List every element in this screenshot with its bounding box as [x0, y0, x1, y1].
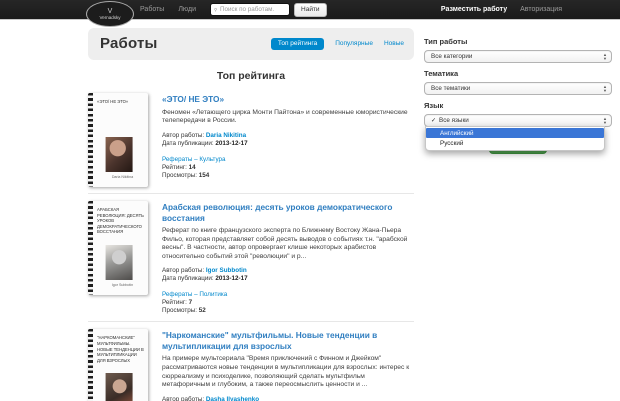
post-work-link[interactable]: Разместить работу — [441, 6, 507, 13]
work-body: «ЭТО/ НЕ ЭТО» Феномен «Летающего цирка М… — [162, 93, 414, 187]
work-body: "Наркоманские" мультфильмы. Новые тенден… — [162, 329, 414, 401]
rating-value: 7 — [189, 299, 193, 306]
work-body: Арабская революция: десять уроков демокр… — [162, 201, 414, 315]
date-label: Дата публикации: — [162, 275, 214, 282]
work-meta: Автор работы: Daria Nikitina Дата публик… — [162, 132, 414, 148]
authorization-link[interactable]: Авторизация — [520, 6, 562, 13]
search-submit-button[interactable]: Найти — [294, 3, 327, 17]
theme-selected-value: Все тематики — [431, 85, 470, 92]
nav-right: Разместить работу Авторизация — [441, 6, 562, 13]
checkmark-icon: ✓ — [431, 117, 436, 124]
work-title-link[interactable]: Арабская революция: десять уроков демокр… — [162, 202, 414, 223]
work-cover-thumbnail[interactable]: АРАБСКАЯ РЕВОЛЮЦИЯ: ДЕСЯТЬ УРОКОВ ДЕМОКР… — [88, 201, 148, 295]
cover-title: «ЭТО/ НЕ ЭТО» — [97, 99, 145, 105]
work-description: На примере мультсериала "Время приключен… — [162, 355, 414, 389]
nav-item-works[interactable]: Работы — [140, 6, 164, 13]
work-cover-thumbnail[interactable]: "НАРКОМАНСКИЕ" МУЛЬТФИЛЬМЫ. НОВЫЕ ТЕНДЕН… — [88, 329, 148, 401]
brand-logo[interactable]: V Vernadsky — [86, 1, 134, 27]
date-value: 2013-12-17 — [215, 275, 247, 282]
section-title: Топ рейтинга — [88, 70, 414, 82]
cover-author-photo — [106, 373, 133, 401]
search-icon: ⌕ — [212, 6, 220, 14]
rating-label: Рейтинг: — [162, 299, 187, 306]
work-meta: Автор работы: Igor Subbotin Дата публика… — [162, 267, 414, 283]
nav-item-people[interactable]: Люди — [178, 6, 196, 13]
views-value: 52 — [199, 307, 206, 314]
cover-author-caption: Daria Nikitina — [97, 175, 148, 179]
work-description: Реферат по книге французского эксперта п… — [162, 227, 414, 261]
work-category-block: Рефераты – Политика Рейтинг: 7 Просмотры… — [162, 291, 414, 315]
cover-author-caption: Igor Subbotin — [97, 283, 148, 287]
tab-top-rating[interactable]: Топ рейтинга — [271, 38, 324, 50]
work-category-block: Рефераты – Культура Рейтинг: 14 Просмотр… — [162, 156, 414, 180]
language-dropdown-menu: Английский Русский — [425, 126, 605, 151]
language-selected-value: Все языки — [439, 117, 469, 124]
select-stepper-icon: ▲▼ — [601, 85, 609, 94]
select-stepper-icon: ▲▼ — [601, 53, 609, 62]
work-cover-thumbnail[interactable]: «ЭТО/ НЕ ЭТО» Daria Nikitina — [88, 93, 148, 187]
work-item: АРАБСКАЯ РЕВОЛЮЦИЯ: ДЕСЯТЬ УРОКОВ ДЕМОКР… — [88, 194, 414, 322]
author-link[interactable]: Dasha Ilyashenko — [206, 396, 259, 401]
select-stepper-icon: ▲▼ — [601, 117, 609, 126]
rating-label: Рейтинг: — [162, 164, 187, 171]
author-label: Автор работы: — [162, 132, 204, 139]
search-input[interactable] — [220, 6, 284, 13]
cover-title: АРАБСКАЯ РЕВОЛЮЦИЯ: ДЕСЯТЬ УРОКОВ ДЕМОКР… — [97, 207, 145, 235]
filters-sidebar: Тип работы Все категории ▲▼ Тематика Все… — [424, 31, 612, 154]
top-navbar: V Vernadsky Работы Люди ⌕ Найти Размести… — [0, 0, 620, 20]
date-value: 2013-12-17 — [215, 140, 247, 147]
cover-author-photo — [106, 137, 133, 172]
filter-label-work-type: Тип работы — [424, 37, 612, 46]
author-label: Автор работы: — [162, 267, 204, 274]
search-box[interactable]: ⌕ — [210, 3, 290, 16]
author-link[interactable]: Igor Subbotin — [206, 267, 247, 274]
page-header: Работы Топ рейтинга Популярные Новые — [88, 28, 414, 60]
main-column: Работы Топ рейтинга Популярные Новые Топ… — [88, 28, 414, 401]
tab-new[interactable]: Новые — [384, 40, 404, 47]
work-title-link[interactable]: «ЭТО/ НЕ ЭТО» — [162, 94, 414, 105]
language-option-english[interactable]: Английский — [426, 128, 604, 138]
views-label: Просмотры: — [162, 172, 197, 179]
category-link[interactable]: Рефераты – Политика — [162, 291, 227, 298]
cover-title: "НАРКОМАНСКИЕ" МУЛЬТФИЛЬМЫ. НОВЫЕ ТЕНДЕН… — [97, 335, 145, 363]
page-title: Работы — [100, 35, 158, 52]
sort-tabs: Топ рейтинга Популярные Новые — [271, 38, 404, 50]
author-link[interactable]: Daria Nikitina — [206, 132, 246, 139]
work-title-link[interactable]: "Наркоманские" мультфильмы. Новые тенден… — [162, 330, 414, 351]
spiral-binding-icon — [88, 329, 93, 401]
theme-select[interactable]: Все тематики ▲▼ — [424, 82, 612, 95]
spiral-binding-icon — [88, 93, 93, 187]
cover-author-photo — [106, 245, 133, 280]
category-link[interactable]: Рефераты – Культура — [162, 156, 226, 163]
search-form: ⌕ Найти — [210, 3, 327, 17]
rating-value: 14 — [189, 164, 196, 171]
spiral-binding-icon — [88, 201, 93, 295]
views-label: Просмотры: — [162, 307, 197, 314]
work-item: "НАРКОМАНСКИЕ" МУЛЬТФИЛЬМЫ. НОВЫЕ ТЕНДЕН… — [88, 322, 414, 401]
work-type-selected-value: Все категории — [431, 53, 472, 60]
views-value: 154 — [199, 172, 210, 179]
work-type-select[interactable]: Все категории ▲▼ — [424, 50, 612, 63]
tab-popular[interactable]: Популярные — [335, 40, 373, 47]
filter-label-language: Язык — [424, 101, 612, 110]
language-option-russian[interactable]: Русский — [426, 138, 604, 148]
brand-name: Vernadsky — [99, 15, 120, 20]
author-label: Автор работы: — [162, 396, 204, 401]
filter-label-theme: Тематика — [424, 69, 612, 78]
nav-links: Работы Люди — [140, 6, 196, 13]
work-item: «ЭТО/ НЕ ЭТО» Daria Nikitina «ЭТО/ НЕ ЭТ… — [88, 86, 414, 194]
date-label: Дата публикации: — [162, 140, 214, 147]
language-select-wrap: ✓ Все языки ▲▼ Английский Русский — [424, 114, 612, 127]
work-description: Феномен «Летающего цирка Монти Пайтона» … — [162, 109, 414, 126]
work-meta: Автор работы: Dasha Ilyashenko Дата публ… — [162, 396, 414, 401]
